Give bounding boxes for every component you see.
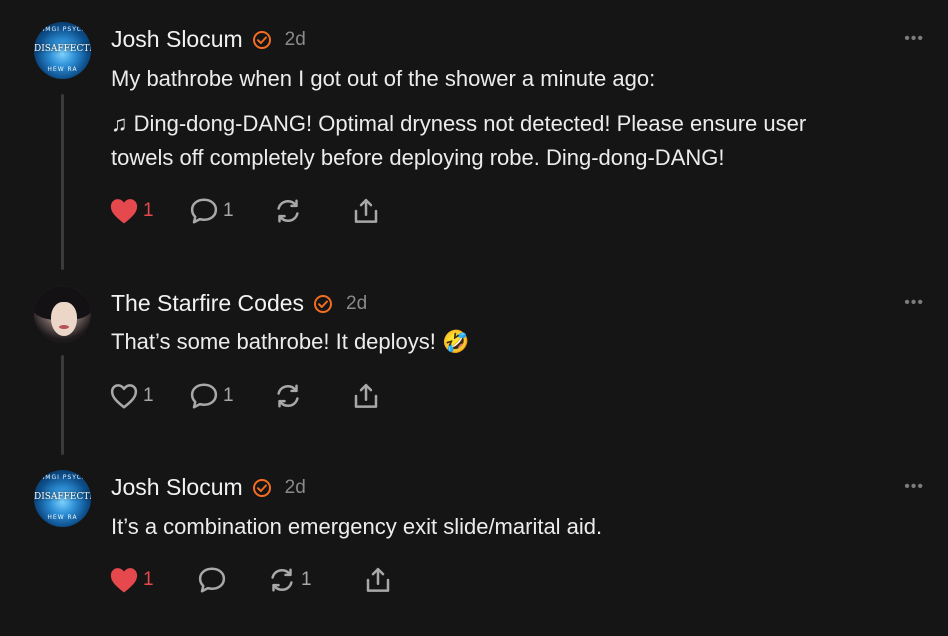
avatar-lips (59, 325, 69, 329)
share-icon (351, 197, 381, 225)
avatar-mid-text: DISAFFECTED (34, 492, 91, 502)
repost-button[interactable]: 1 (267, 566, 363, 594)
avatar-bottom-text: HEW RA (47, 66, 78, 73)
reply-button[interactable]: 1 (189, 197, 273, 225)
post-text-line: towels off completely before deploying r… (111, 145, 725, 170)
repost-button[interactable] (273, 197, 351, 225)
avatar[interactable]: SIMGI PSYCH DISAFFECTED HEW RA (34, 470, 91, 527)
share-button[interactable] (351, 197, 381, 225)
like-button[interactable]: 1 (109, 566, 197, 594)
post-text-line: ♫ Ding-dong-DANG! Optimal dryness not de… (111, 111, 807, 136)
post-actions: 1 1 (109, 197, 381, 225)
avatar-top-text: SIMGI PSYCH (37, 474, 88, 481)
post-text-line: It’s a combination emergency exit slide/… (111, 514, 603, 539)
share-button[interactable] (363, 566, 393, 594)
avatar-top-text: SIMGI PSYCH (37, 26, 88, 33)
post-actions: 1 1 (109, 382, 381, 410)
post-header: Josh Slocum 2d (111, 26, 306, 53)
verified-check-icon (252, 478, 272, 498)
comment-icon (189, 197, 219, 225)
share-icon (351, 382, 381, 410)
post-header: The Starfire Codes 2d (111, 290, 367, 317)
post-text-line: My bathrobe when I got out of the shower… (111, 66, 656, 91)
repost-icon (267, 566, 297, 594)
heart-icon (109, 197, 139, 225)
avatar[interactable] (34, 286, 91, 343)
reply-count: 1 (223, 385, 234, 406)
thread-line (61, 94, 64, 270)
verified-check-icon (313, 294, 333, 314)
avatar[interactable]: SIMGI PSYCH DISAFFECTED HEW RA (34, 22, 91, 79)
repost-icon (273, 382, 303, 410)
post-time[interactable]: 2d (346, 293, 367, 315)
more-options-button[interactable]: ••• (904, 478, 924, 496)
like-button[interactable]: 1 (109, 197, 189, 225)
author-name[interactable]: Josh Slocum (111, 26, 243, 53)
heart-icon (109, 566, 139, 594)
avatar-bottom-text: HEW RA (47, 514, 78, 521)
comment-icon (197, 566, 227, 594)
post-time[interactable]: 2d (285, 29, 306, 51)
author-name[interactable]: The Starfire Codes (111, 290, 304, 317)
post-actions: 1 1 (109, 566, 393, 594)
reply-button[interactable]: 1 (189, 382, 273, 410)
repost-icon (273, 197, 303, 225)
verified-check-icon (252, 30, 272, 50)
avatar-mid-text: DISAFFECTED (34, 44, 91, 54)
repost-button[interactable] (273, 382, 351, 410)
post-text: My bathrobe when I got out of the shower… (111, 62, 888, 175)
more-options-button[interactable]: ••• (904, 30, 924, 48)
like-count: 1 (143, 200, 154, 221)
reply-button[interactable] (197, 566, 267, 594)
reply-count: 1 (223, 200, 234, 221)
more-options-button[interactable]: ••• (904, 294, 924, 312)
repost-count: 1 (301, 569, 312, 590)
thread-line (61, 355, 64, 455)
post-time[interactable]: 2d (285, 477, 306, 499)
like-count: 1 (143, 385, 154, 406)
like-count: 1 (143, 569, 154, 590)
post-text: It’s a combination emergency exit slide/… (111, 510, 888, 544)
post-text: That’s some bathrobe! It deploys! 🤣 (111, 325, 888, 359)
share-icon (363, 566, 393, 594)
post-header: Josh Slocum 2d (111, 474, 306, 501)
like-button[interactable]: 1 (109, 382, 189, 410)
comment-icon (189, 382, 219, 410)
avatar-face (51, 302, 77, 336)
post-text-line: That’s some bathrobe! It deploys! 🤣 (111, 329, 470, 354)
share-button[interactable] (351, 382, 381, 410)
author-name[interactable]: Josh Slocum (111, 474, 243, 501)
heart-icon (109, 382, 139, 410)
